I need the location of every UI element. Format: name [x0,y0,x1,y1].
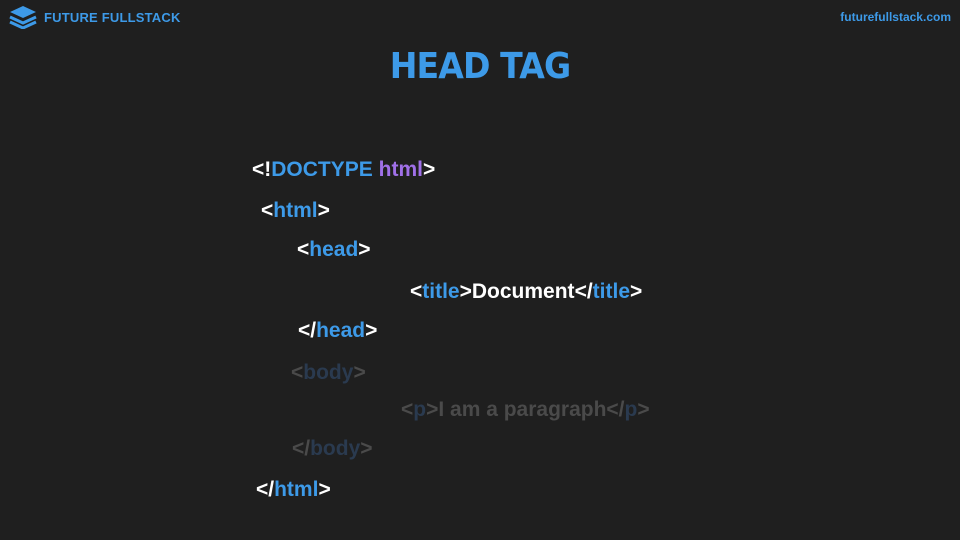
code-bracket: < [291,361,304,384]
code-bracket: > [365,319,378,342]
code-tag: p [624,398,638,421]
code-bracket: < [297,238,310,261]
code-line-head-close: </head> [298,320,377,341]
code-tag: p [413,398,427,421]
code-line-head-open: <head> [297,239,371,260]
stacked-layers-icon [8,5,38,29]
code-text: Document [471,280,575,303]
code-bracket: < [261,199,274,222]
slide: FUTURE FULLSTACK futurefullstack.com HEA… [0,0,960,540]
code-bracket: </ [574,280,593,303]
code-bracket: </ [298,319,317,342]
code-line-body-open: <body> [291,362,366,383]
code-bracket: > [317,199,330,222]
code-text: I am a paragraph [438,398,607,421]
code-bracket: </ [292,437,311,460]
brand: FUTURE FULLSTACK [8,5,181,29]
code-line-html-open: <html> [261,200,330,221]
code-bracket: < [410,280,423,303]
code-line-paragraph: <p>I am a paragraph</p> [401,399,650,420]
code-bracket: </ [256,478,275,501]
code-keyword: DOCTYPE [271,158,373,181]
code-bracket: > [459,280,472,303]
code-bracket: < [401,398,414,421]
site-link[interactable]: futurefullstack.com [840,10,951,24]
code-bracket: <! [252,158,272,181]
code-bracket: > [426,398,439,421]
brand-name: FUTURE FULLSTACK [44,9,181,25]
code-line-title: <title>Document</title> [410,281,642,302]
code-bracket: > [360,437,373,460]
code-tag: body [303,361,354,384]
code-bracket: > [353,361,366,384]
code-line-doctype: <!DOCTYPE html> [252,159,435,180]
code-line-html-close: </html> [256,479,331,500]
code-bracket: > [630,280,643,303]
code-bracket: > [318,478,331,501]
code-attribute: html [378,158,423,181]
code-bracket: > [358,238,371,261]
slide-title: HEAD TAG [389,46,571,87]
code-tag: html [274,478,319,501]
code-bracket: > [422,158,436,181]
code-bracket: </ [606,398,625,421]
code-tag: body [310,437,361,460]
code-bracket: > [637,398,650,421]
code-tag: head [309,238,359,261]
code-tag: title [422,280,460,303]
code-tag: head [316,319,366,342]
code-line-body-close: </body> [292,438,373,459]
code-tag: title [592,280,631,303]
code-tag: html [273,199,318,222]
